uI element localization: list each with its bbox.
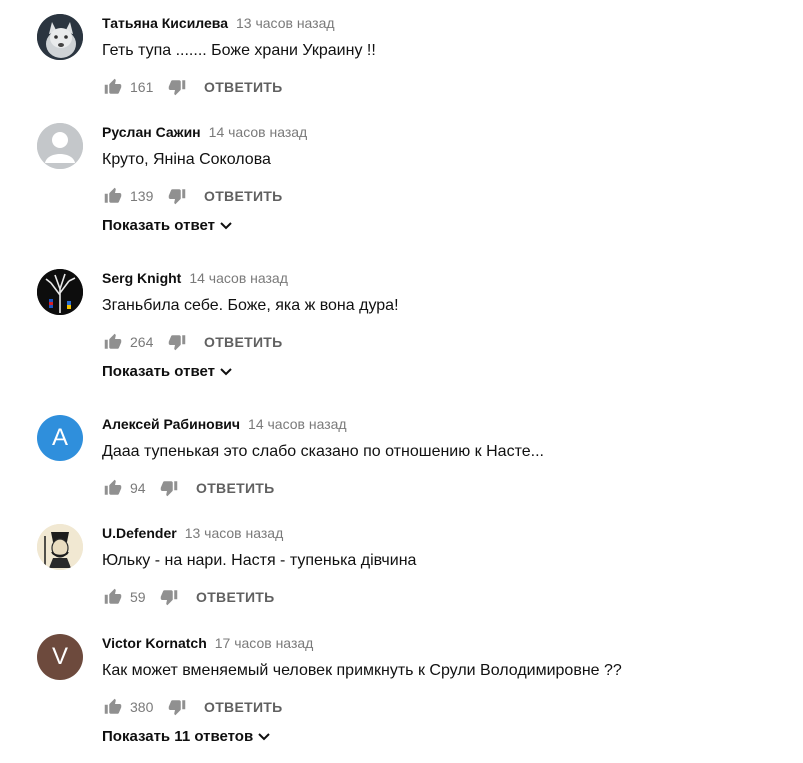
like-count: 139	[130, 188, 154, 204]
comment-item: Serg Knight 14 часов назад Зганьбила себе…	[0, 269, 803, 389]
comment-time[interactable]: 13 часов назад	[185, 525, 284, 541]
like-count: 264	[130, 334, 154, 350]
comment-time[interactable]: 14 часов назад	[209, 124, 308, 140]
default-user-icon	[37, 123, 83, 169]
comment-actions: 94 ОТВЕТИТЬ	[102, 476, 275, 500]
comment-item: Руслан Сажин 14 часов назад Круто, Яніна …	[0, 123, 803, 243]
thumbs-up-icon[interactable]	[102, 185, 124, 207]
thumbs-down-icon[interactable]	[166, 185, 188, 207]
show-replies-button[interactable]: Показать ответ	[102, 363, 233, 380]
show-replies-button[interactable]: Показать ответ	[102, 217, 233, 234]
wolf-photo-icon	[37, 14, 83, 60]
reply-button[interactable]: ОТВЕТИТЬ	[204, 79, 283, 95]
comment-header: Татьяна Кисилева 13 часов назад	[102, 14, 335, 32]
thumbs-down-icon[interactable]	[158, 477, 180, 499]
like-count: 161	[130, 79, 154, 95]
thumbs-down-icon[interactable]	[158, 586, 180, 608]
reply-button[interactable]: ОТВЕТИТЬ	[204, 699, 283, 715]
like-count: 94	[130, 480, 146, 496]
comment-item: А Алексей Рабинович 14 часов назад Дааа т…	[0, 415, 803, 505]
author-name[interactable]: U.Defender	[102, 525, 177, 541]
author-name[interactable]: Руслан Сажин	[102, 124, 201, 140]
comment-text: Круто, Яніна Соколова	[102, 151, 271, 168]
comment-actions: 161 ОТВЕТИТЬ	[102, 75, 283, 99]
cossack-drawing-icon	[37, 524, 83, 570]
thumbs-up-icon[interactable]	[102, 76, 124, 98]
thumbs-up-icon[interactable]	[102, 331, 124, 353]
comment-header: Алексей Рабинович 14 часов назад	[102, 415, 347, 433]
thumbs-down-icon[interactable]	[166, 76, 188, 98]
chevron-down-icon	[220, 367, 232, 375]
thumbs-up-icon[interactable]	[102, 586, 124, 608]
reply-button[interactable]: ОТВЕТИТЬ	[196, 589, 275, 605]
comment-actions: 139 ОТВЕТИТЬ	[102, 184, 283, 208]
show-replies-label: Показать ответ	[102, 217, 215, 234]
comment-time[interactable]: 13 часов назад	[236, 15, 335, 31]
comment-header: Руслан Сажин 14 часов назад	[102, 123, 307, 141]
reply-button[interactable]: ОТВЕТИТЬ	[196, 480, 275, 496]
avatar[interactable]	[37, 524, 83, 570]
author-name[interactable]: Victor Kornatch	[102, 635, 207, 651]
like-count: 59	[130, 589, 146, 605]
comment-text: Зганьбила себе. Боже, яка ж вона дура!	[102, 297, 399, 314]
show-replies-label: Показать ответ	[102, 363, 215, 380]
show-replies-label: Показать 11 ответов	[102, 728, 254, 745]
avatar[interactable]	[37, 269, 83, 315]
avatar-letter: V	[51, 643, 68, 670]
thumbs-up-icon[interactable]	[102, 696, 124, 718]
like-count: 380	[130, 699, 154, 715]
avatar[interactable]	[37, 14, 83, 60]
comment-time[interactable]: 14 часов назад	[189, 270, 288, 286]
avatar[interactable]: V	[37, 634, 83, 680]
comment-actions: 59 ОТВЕТИТЬ	[102, 585, 275, 609]
comment-actions: 380 ОТВЕТИТЬ	[102, 695, 283, 719]
avatar-letter: А	[51, 424, 68, 451]
comment-time[interactable]: 14 часов назад	[248, 416, 347, 432]
thumbs-up-icon[interactable]	[102, 477, 124, 499]
author-name[interactable]: Татьяна Кисилева	[102, 15, 228, 31]
comment-item: V Victor Kornatch 17 часов назад Как може…	[0, 634, 803, 754]
reply-button[interactable]: ОТВЕТИТЬ	[204, 188, 283, 204]
author-name[interactable]: Алексей Рабинович	[102, 416, 240, 432]
thumbs-down-icon[interactable]	[166, 331, 188, 353]
comment-text: Геть тупа ....... Боже храни Украину !!	[102, 42, 376, 59]
tree-image-icon	[37, 269, 83, 315]
author-name[interactable]: Serg Knight	[102, 270, 181, 286]
comment-header: Serg Knight 14 часов назад	[102, 269, 288, 287]
comment-item: Татьяна Кисилева 13 часов назад Геть тупа…	[0, 14, 803, 104]
comment-header: U.Defender 13 часов назад	[102, 524, 283, 542]
comment-actions: 264 ОТВЕТИТЬ	[102, 330, 283, 354]
avatar[interactable]: А	[37, 415, 83, 461]
comment-item: U.Defender 13 часов назад Юльку - на нари…	[0, 524, 803, 614]
chevron-down-icon	[220, 221, 232, 229]
comment-header: Victor Kornatch 17 часов назад	[102, 634, 313, 652]
chevron-down-icon	[258, 732, 270, 740]
comment-text: Юльку - на нари. Настя - тупенька дівчин…	[102, 552, 417, 569]
avatar[interactable]	[37, 123, 83, 169]
comment-text: Дааа тупенькая это слабо сказано по отно…	[102, 443, 544, 460]
comment-text: Как может вменяемый человек примкнуть к …	[102, 662, 622, 679]
thumbs-down-icon[interactable]	[166, 696, 188, 718]
reply-button[interactable]: ОТВЕТИТЬ	[204, 334, 283, 350]
show-replies-button[interactable]: Показать 11 ответов	[102, 728, 271, 745]
comment-time[interactable]: 17 часов назад	[215, 635, 314, 651]
